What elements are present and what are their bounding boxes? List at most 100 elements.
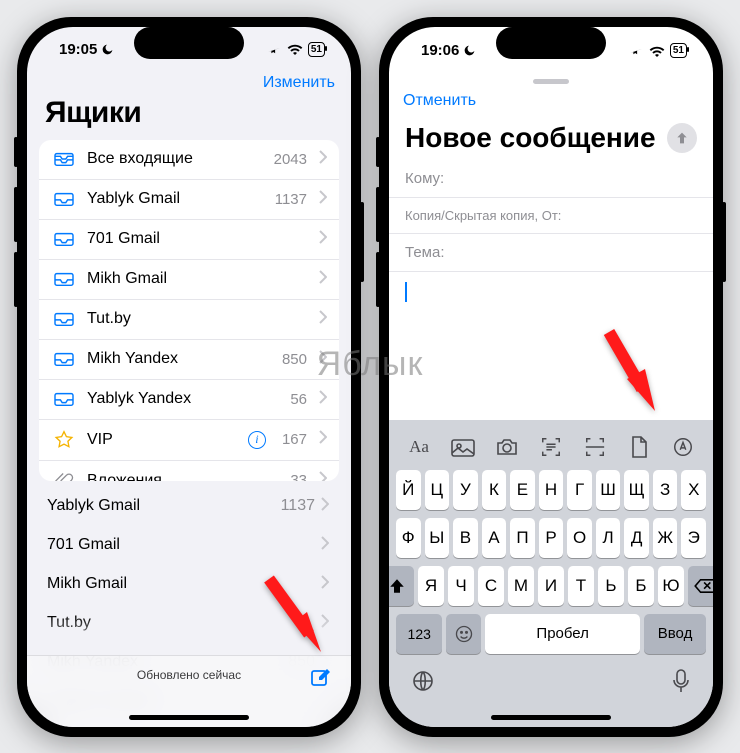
key-Ы[interactable]: Ы: [425, 518, 450, 558]
key-Р[interactable]: Р: [539, 518, 564, 558]
camera-button[interactable]: [487, 430, 527, 464]
mailbox-label: VIP: [87, 431, 236, 449]
key-Х[interactable]: Х: [681, 470, 706, 510]
mailbox-row[interactable]: Все входящие 2043: [39, 140, 339, 180]
mailbox-row[interactable]: Yablyk Yandex 56: [39, 380, 339, 420]
compose-button[interactable]: [309, 666, 333, 695]
chevron-right-icon: [321, 497, 329, 516]
account-row[interactable]: Yablyk Gmail 1137: [27, 487, 351, 526]
mailbox-row[interactable]: VIP i 167: [39, 420, 339, 461]
key-К[interactable]: К: [482, 470, 507, 510]
phone-right: 19:06 51 Отменить Новое сообщение: [379, 17, 723, 737]
cc-bcc-from-field[interactable]: Копия/Скрытая копия, От:: [389, 198, 713, 234]
edit-button[interactable]: Изменить: [263, 74, 335, 92]
key-Э[interactable]: Э: [681, 518, 706, 558]
key-Ю[interactable]: Ю: [658, 566, 684, 606]
dnd-moon-icon: [101, 43, 114, 56]
shift-icon: [389, 577, 406, 595]
cancel-button[interactable]: Отменить: [403, 92, 476, 110]
dynamic-island: [496, 27, 606, 59]
mailbox-label: Tut.by: [87, 310, 295, 328]
send-button[interactable]: [667, 123, 697, 153]
key-Ж[interactable]: Ж: [653, 518, 678, 558]
scan-text-button[interactable]: [531, 430, 571, 464]
mailbox-label: Mikh Gmail: [87, 270, 295, 288]
key-Щ[interactable]: Щ: [624, 470, 649, 510]
key-backspace[interactable]: [688, 566, 713, 606]
sync-status: Обновлено сейчас: [137, 668, 241, 682]
key-Ф[interactable]: Ф: [396, 518, 421, 558]
mailbox-count: 167: [282, 431, 307, 448]
mailbox-row[interactable]: 701 Gmail: [39, 220, 339, 260]
markup-icon: [672, 436, 694, 458]
nav-bar: Изменить: [27, 72, 351, 94]
key-Е[interactable]: Е: [510, 470, 535, 510]
mailbox-row[interactable]: Yablyk Gmail 1137: [39, 180, 339, 220]
to-field[interactable]: Кому:: [389, 160, 713, 198]
sheet-grabber[interactable]: [533, 79, 569, 84]
key-С[interactable]: С: [478, 566, 504, 606]
key-emoji[interactable]: [446, 614, 481, 654]
subject-field[interactable]: Тема:: [389, 234, 713, 272]
photo-library-button[interactable]: [443, 430, 483, 464]
key-shift[interactable]: [389, 566, 414, 606]
chevron-right-icon: [321, 536, 329, 555]
key-Ч[interactable]: Ч: [448, 566, 474, 606]
airplane-icon: [267, 42, 282, 57]
key-М[interactable]: М: [508, 566, 534, 606]
key-Г[interactable]: Г: [567, 470, 592, 510]
mailbox-row[interactable]: Mikh Yandex 850: [39, 340, 339, 380]
key-Н[interactable]: Н: [539, 470, 564, 510]
mailbox-row[interactable]: Mikh Gmail: [39, 260, 339, 300]
format-button[interactable]: Aa: [399, 430, 439, 464]
scan-document-button[interactable]: [575, 430, 615, 464]
account-count: 1137: [281, 497, 315, 515]
key-У[interactable]: У: [453, 470, 478, 510]
dictation-button[interactable]: [671, 668, 691, 699]
key-Л[interactable]: Л: [596, 518, 621, 558]
account-label: 701 Gmail: [47, 536, 315, 554]
key-И[interactable]: И: [538, 566, 564, 606]
key-Й[interactable]: Й: [396, 470, 421, 510]
mailbox-count: 2043: [274, 151, 307, 168]
key-enter[interactable]: Ввод: [644, 614, 706, 654]
markup-button[interactable]: [663, 430, 703, 464]
camera-icon: [495, 437, 519, 457]
chevron-right-icon: [319, 150, 327, 169]
mailbox-label: 701 Gmail: [87, 230, 295, 248]
key-Д[interactable]: Д: [624, 518, 649, 558]
mailbox-label: Yablyk Gmail: [87, 190, 263, 208]
key-Я[interactable]: Я: [418, 566, 444, 606]
mailbox-label: Yablyk Yandex: [87, 390, 278, 408]
tray-icon: [53, 350, 75, 368]
tray-icon: [53, 310, 75, 328]
globe-button[interactable]: [411, 669, 435, 698]
mailbox-row[interactable]: Tut.by: [39, 300, 339, 340]
chevron-right-icon: [319, 350, 327, 369]
key-Ь[interactable]: Ь: [598, 566, 624, 606]
info-icon[interactable]: i: [248, 431, 266, 449]
key-space[interactable]: Пробел: [485, 614, 640, 654]
key-123[interactable]: 123: [396, 614, 442, 654]
mailboxes-card: Все входящие 2043 Yablyk Gmail 1137 701 …: [39, 140, 339, 481]
key-А[interactable]: А: [482, 518, 507, 558]
attach-file-button[interactable]: [619, 430, 659, 464]
tray-icon: [53, 390, 75, 408]
key-З[interactable]: З: [653, 470, 678, 510]
mailbox-row[interactable]: Вложения 33: [39, 461, 339, 481]
chevron-right-icon: [319, 430, 327, 449]
key-П[interactable]: П: [510, 518, 535, 558]
home-indicator: [491, 715, 611, 720]
tray-all-icon: [53, 150, 75, 168]
account-label: Yablyk Gmail: [47, 497, 281, 515]
message-body[interactable]: [389, 272, 713, 332]
key-Т[interactable]: Т: [568, 566, 594, 606]
key-В[interactable]: В: [453, 518, 478, 558]
key-Ш[interactable]: Ш: [596, 470, 621, 510]
key-Б[interactable]: Б: [628, 566, 654, 606]
key-Ц[interactable]: Ц: [425, 470, 450, 510]
chevron-right-icon: [319, 230, 327, 249]
chevron-right-icon: [319, 270, 327, 289]
key-О[interactable]: О: [567, 518, 592, 558]
account-row[interactable]: 701 Gmail: [27, 526, 351, 565]
